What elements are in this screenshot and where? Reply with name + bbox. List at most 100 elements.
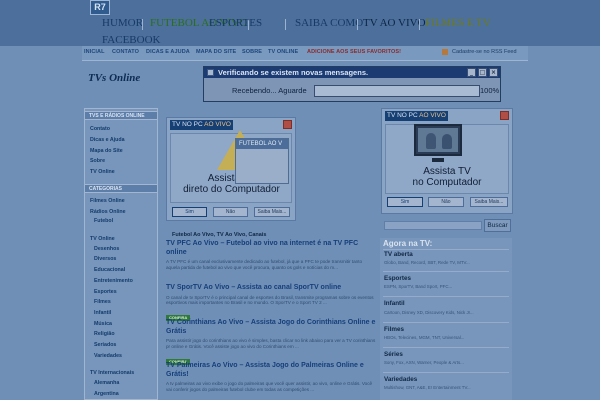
divider	[383, 322, 509, 323]
article-excerpt: A TV PFC é um canal exclusivamente dedic…	[166, 259, 363, 270]
progress-bar	[314, 85, 480, 97]
article-excerpt: Para assistir jogo do corinthians ao viv…	[166, 338, 376, 349]
divider	[383, 296, 509, 297]
rss-link[interactable]: Cadastre-se no RSS Feed	[452, 49, 517, 55]
tv-now-panel: Agora na TV: TV aberta Globo, Band, Reco…	[380, 238, 512, 400]
dialog-titlebar: Verificando se existem novas mensagens. …	[204, 67, 500, 78]
minimize-icon[interactable]: _	[467, 68, 476, 77]
receiving-label: Recebendo... Aguarde	[232, 86, 307, 95]
sidebar-item-tv-online-cat[interactable]: TV Online	[90, 236, 115, 242]
tv-widget-title: TV NO PC AO VIVO	[385, 111, 448, 121]
article-title[interactable]: TV PFC Ao Vivo – Futebol ao vivo na inte…	[166, 240, 376, 257]
search-button[interactable]: Buscar	[484, 219, 511, 232]
sidebar-item-tv-internacionais[interactable]: TV Internacionais	[90, 370, 134, 376]
tv-category-esportes[interactable]: Esportes	[384, 275, 411, 282]
nav-facebook[interactable]: FACEBOOK	[102, 33, 160, 47]
tv-category-variedades[interactable]: Variedades	[384, 376, 417, 383]
sidebar-item-contato[interactable]: Contato	[90, 126, 110, 132]
nav-saiba-como[interactable]: SAIBA COMO	[295, 16, 363, 30]
tv-widget-label: TV NO PC	[172, 121, 203, 128]
sidebar-item-diversos[interactable]: Diversos	[94, 256, 116, 262]
sidebar-item-tv-online[interactable]: TV Online	[90, 169, 115, 175]
cut-heading: Futebol Ao Vivo, TV Ao Vivo, Canais	[172, 232, 267, 238]
sidebar-item-desenhos[interactable]: Desenhos	[94, 246, 119, 252]
tv-category-channels: Multishow, GNT, A&E, E! Entertainment TV…	[384, 385, 471, 390]
tv-widget-live: AO VIVO	[419, 112, 446, 119]
popup-window[interactable]: FUTEBOL AO V	[235, 138, 289, 184]
tv-category-aberta[interactable]: TV aberta	[384, 251, 413, 258]
no-button[interactable]: Não	[428, 197, 464, 207]
close-icon[interactable]	[500, 111, 509, 120]
subnav-dicas-e-ajuda[interactable]: DICAS E AJUDA	[146, 49, 190, 55]
close-icon[interactable]: ×	[489, 68, 498, 77]
nav-separator	[285, 19, 286, 30]
sidebar-item-sobre[interactable]: Sobre	[90, 158, 105, 164]
maximize-icon[interactable]: □	[478, 68, 487, 77]
sidebar-item-filmes-online[interactable]: Filmes Online	[90, 198, 125, 204]
sidebar-item-radios-online[interactable]: Rádios Online	[90, 209, 126, 215]
sidebar-item-filmes[interactable]: Filmes	[94, 299, 111, 305]
sidebar-heading-categorias: CATEGORIAS	[85, 184, 157, 193]
character-silhouette	[426, 133, 436, 149]
popup-title: FUTEBOL AO V	[236, 139, 288, 149]
tv-set-icon	[414, 124, 462, 156]
no-button[interactable]: Não	[213, 207, 248, 217]
sidebar-item-religiao[interactable]: Religião	[94, 331, 115, 337]
divider	[383, 271, 509, 272]
subnav-favoritos[interactable]: ADICIONE AOS SEUS FAVORITOS!	[307, 49, 401, 55]
article-title[interactable]: TV SporTV Ao Vivo – Assista ao canal Spo…	[166, 284, 376, 293]
tv-category-series[interactable]: Séries	[384, 351, 403, 358]
divider	[383, 347, 509, 348]
sidebar-item-variedades[interactable]: Variedades	[94, 353, 122, 359]
article-item: TV PFC Ao Vivo – Futebol ao vivo na inte…	[166, 240, 376, 271]
message-dialog[interactable]: Verificando se existem novas mensagens. …	[203, 66, 501, 102]
nav-humor[interactable]: HUMOR	[102, 16, 143, 30]
sidebar-item-alemanha[interactable]: Alemanha	[94, 380, 119, 386]
sidebar-item-seriados[interactable]: Seriados	[94, 342, 116, 348]
nav-separator	[419, 19, 420, 30]
progress-percent: 100%	[480, 86, 500, 95]
subnav-tv-online[interactable]: TV ONLINE	[268, 49, 298, 55]
article-title[interactable]: TV Palmeiras Ao Vivo – Assista Jogo do P…	[166, 362, 376, 379]
subnav-sobre[interactable]: SOBRE	[242, 49, 262, 55]
sidebar-item-mapa[interactable]: Mapa do Site	[90, 148, 123, 154]
tv-category-channels: ESPN, SporTV, Band Sport, PFC...	[384, 284, 453, 289]
tv-category-filmes[interactable]: Filmes	[384, 326, 404, 333]
tv-category-channels: Cartoon, Disney XD, Discovery Kids, Nick…	[384, 310, 474, 315]
rss-icon[interactable]	[442, 49, 448, 55]
character-silhouette	[442, 134, 452, 149]
sidebar-item-futebol[interactable]: Futebol	[94, 218, 113, 224]
nav-esportes[interactable]: ESPORTES	[209, 16, 262, 30]
tv-now-heading: Agora na TV:	[383, 239, 433, 248]
divider	[383, 249, 509, 250]
nav-filmes-e-tv[interactable]: FILMES E TV	[425, 16, 491, 30]
tv-widget-line1: Assista TV	[423, 166, 471, 177]
tv-category-channels: HBOs, Telecines, MGM, TNT, Universal...	[384, 335, 465, 340]
yes-button[interactable]: Sim	[172, 207, 207, 217]
sidebar-item-dicas[interactable]: Dicas e Ajuda	[90, 137, 125, 143]
progress-fill	[315, 86, 479, 96]
close-icon[interactable]	[283, 120, 292, 129]
sidebar-item-esportes[interactable]: Esportes	[94, 289, 117, 295]
tv-category-channels: Globo, Band, Record, SBT, Rede TV, MTV..…	[384, 260, 470, 265]
nav-separator	[357, 19, 358, 30]
subnav-inicial[interactable]: INICIAL	[84, 49, 105, 55]
nav-tv-ao-vivo[interactable]: TV AO VIVO	[363, 16, 426, 30]
sidebar-item-educacional[interactable]: Educacional	[94, 267, 125, 273]
tv-picture	[418, 128, 458, 152]
tv-category-infantil[interactable]: Infantil	[384, 300, 405, 307]
yes-button[interactable]: Sim	[387, 197, 423, 207]
article-title[interactable]: TV Corinthians Ao Vivo – Assista Jogo do…	[166, 319, 376, 336]
sidebar-item-infantil[interactable]: Infantil	[94, 310, 111, 316]
sidebar-item-musica[interactable]: Música	[94, 321, 112, 327]
tv-category-channels: Sony, Fox, AXN, Warner, People & Arts...	[384, 360, 464, 365]
subnav-mapa-do-site[interactable]: MAPA DO SITE	[196, 49, 236, 55]
top-navigation: HUMOR FUTEBOL AO VIVO ESPORTES SAIBA COM…	[95, 11, 515, 46]
more-info-button[interactable]: Saiba Mais...	[470, 197, 508, 207]
more-info-button[interactable]: Saiba Mais...	[254, 207, 290, 217]
subnav-contato[interactable]: CONTATO	[112, 49, 139, 55]
sidebar-item-argentina[interactable]: Argentina	[94, 391, 119, 397]
search-input[interactable]	[384, 221, 482, 230]
sidebar-item-entretenimento[interactable]: Entretenimento	[94, 278, 133, 284]
tv-widget-title: TV NO PC AO VIVO	[170, 120, 233, 130]
